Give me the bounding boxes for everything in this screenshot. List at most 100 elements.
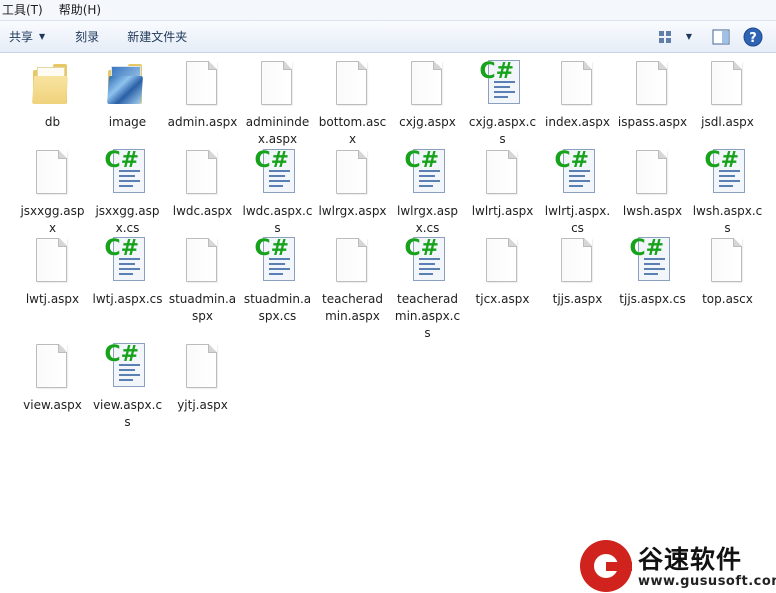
file-item[interactable]: lwlrgx.aspx <box>315 149 390 220</box>
file-item[interactable]: tjcx.aspx <box>465 237 540 308</box>
file-item[interactable]: view.aspx <box>15 343 90 414</box>
file-item[interactable]: lwlrtj.aspx <box>465 149 540 220</box>
file-item[interactable]: C# lwlrgx.aspx.cs <box>390 149 465 237</box>
file-item[interactable]: top.ascx <box>690 237 765 308</box>
view-icon <box>659 30 671 43</box>
file-item[interactable]: C# tjjs.aspx.cs <box>615 237 690 308</box>
file-item[interactable]: C# lwsh.aspx.cs <box>690 149 765 237</box>
file-item[interactable]: bottom.ascx <box>315 60 390 148</box>
file-item[interactable]: admin.aspx <box>165 60 240 131</box>
file-name: top.ascx <box>702 292 753 306</box>
document-icon <box>254 60 302 108</box>
document-icon <box>704 60 752 108</box>
document-icon <box>629 149 677 197</box>
document-icon <box>179 343 227 391</box>
document-icon <box>329 149 377 197</box>
file-name: stuadmin.aspx.cs <box>243 292 312 323</box>
document-icon <box>554 60 602 108</box>
csharp-file-icon: C# <box>104 149 152 197</box>
new-folder-button[interactable]: 新建文件夹 <box>118 25 196 49</box>
file-item[interactable]: C# stuadmin.aspx.cs <box>240 237 315 325</box>
file-item[interactable]: stuadmin.aspx <box>165 237 240 325</box>
watermark: 谷速软件 www.gususoft.com <box>580 536 776 593</box>
file-name: lwtj.aspx.cs <box>92 292 163 306</box>
file-name: lwlrtj.aspx.cs <box>544 204 611 235</box>
file-item[interactable]: db <box>15 60 90 131</box>
burn-button[interactable]: 刻录 <box>66 25 108 49</box>
file-item[interactable]: C# lwtj.aspx.cs <box>90 237 165 308</box>
file-item[interactable]: yjtj.aspx <box>165 343 240 414</box>
document-icon <box>404 60 452 108</box>
file-item[interactable]: index.aspx <box>540 60 615 131</box>
view-options-arrow-icon[interactable]: ▼ <box>678 26 700 48</box>
csharp-file-icon: C# <box>404 237 452 285</box>
file-item[interactable]: jsdl.aspx <box>690 60 765 131</box>
file-name: lwdc.aspx <box>172 204 233 218</box>
file-name: lwsh.aspx.cs <box>692 204 763 235</box>
dropdown-arrow-icon: ▼ <box>39 31 46 41</box>
csharp-file-icon: C# <box>104 343 152 391</box>
file-name: view.aspx.cs <box>92 398 163 429</box>
csharp-file-icon: C# <box>254 149 302 197</box>
share-button[interactable]: 共享 ▼ <box>0 25 54 49</box>
file-item[interactable]: teacheradmin.aspx <box>315 237 390 325</box>
file-name: lwsh.aspx <box>622 204 683 218</box>
watermark-url: www.gususoft.com <box>638 574 776 589</box>
csharp-file-icon: C# <box>629 237 677 285</box>
file-item[interactable]: tjjs.aspx <box>540 237 615 308</box>
file-name: jsxxgg.aspx.cs <box>95 204 160 235</box>
new-folder-button-label: 新建文件夹 <box>127 29 188 44</box>
file-name: tjcx.aspx <box>475 292 530 306</box>
file-item[interactable]: lwsh.aspx <box>615 149 690 220</box>
help-button[interactable]: ? <box>742 26 764 48</box>
file-name: lwdc.aspx.cs <box>242 204 313 235</box>
csharp-file-icon: C# <box>704 149 752 197</box>
file-name: index.aspx <box>545 115 610 129</box>
file-name: image <box>108 115 147 129</box>
preview-pane-button[interactable] <box>710 26 732 48</box>
change-view-button[interactable] <box>654 26 676 48</box>
file-item[interactable]: lwtj.aspx <box>15 237 90 308</box>
file-name: bottom.ascx <box>318 115 387 146</box>
file-name: jsxxgg.aspx <box>20 204 85 235</box>
file-name: lwtj.aspx <box>25 292 80 306</box>
file-name: admin.aspx <box>167 115 238 129</box>
file-name: cxjg.aspx <box>399 115 456 129</box>
file-item[interactable]: ispass.aspx <box>615 60 690 131</box>
document-icon <box>704 237 752 285</box>
file-name: teacheradmin.aspx <box>322 292 383 323</box>
command-bar: 共享 ▼ 刻录 新建文件夹 ▼ ? <box>0 21 776 53</box>
document-icon <box>29 237 77 285</box>
file-item[interactable]: C# lwlrtj.aspx.cs <box>540 149 615 237</box>
file-name: stuadmin.aspx <box>168 292 237 323</box>
file-item[interactable]: C# lwdc.aspx.cs <box>240 149 315 237</box>
document-icon <box>629 60 677 108</box>
csharp-file-icon: C# <box>404 149 452 197</box>
csharp-file-icon: C# <box>104 237 152 285</box>
file-item[interactable]: jsxxgg.aspx <box>15 149 90 237</box>
file-item[interactable]: C# view.aspx.cs <box>90 343 165 431</box>
file-item[interactable]: adminindex.aspx <box>240 60 315 148</box>
help-icon: ? <box>743 27 763 46</box>
file-name: adminindex.aspx <box>245 115 310 146</box>
file-item[interactable]: cxjg.aspx <box>390 60 465 131</box>
file-item[interactable]: C# teacheradmin.aspx.cs <box>390 237 465 342</box>
document-icon <box>29 149 77 197</box>
file-name: view.aspx <box>23 398 82 412</box>
document-icon <box>329 60 377 108</box>
file-name: tjjs.aspx.cs <box>619 292 686 306</box>
menu-tools[interactable]: 工具(T) <box>0 0 51 20</box>
file-item[interactable]: C# jsxxgg.aspx.cs <box>90 149 165 237</box>
file-item[interactable]: image <box>90 60 165 131</box>
file-item[interactable]: lwdc.aspx <box>165 149 240 220</box>
file-name: ispass.aspx <box>617 115 688 129</box>
document-icon <box>179 60 227 108</box>
csharp-file-icon: C# <box>554 149 602 197</box>
file-name: yjtj.aspx <box>177 398 228 412</box>
share-button-label: 共享 <box>9 29 34 44</box>
file-item[interactable]: C# cxjg.aspx.cs <box>465 60 540 148</box>
document-icon <box>479 149 527 197</box>
folder-icon <box>29 60 77 108</box>
document-icon <box>479 237 527 285</box>
menu-help[interactable]: 帮助(H) <box>51 0 109 20</box>
